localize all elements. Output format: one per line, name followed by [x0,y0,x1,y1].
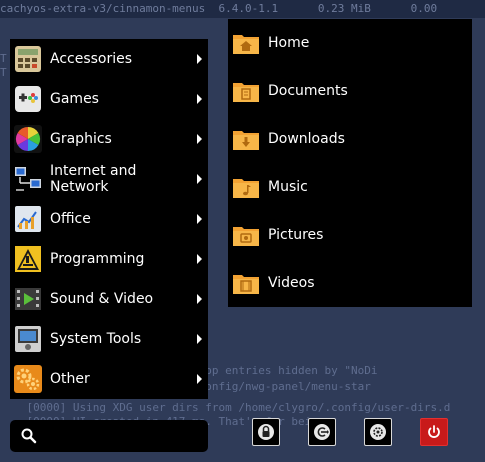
place-pictures[interactable]: Pictures [228,211,472,259]
chevron-right-icon [197,174,202,184]
place-label: Pictures [268,227,324,243]
documents-folder-icon [233,83,259,102]
gears-icon [14,365,42,393]
place-documents[interactable]: Documents [228,67,472,115]
category-office[interactable]: Office [10,199,208,239]
category-label: Graphics [50,131,112,147]
logout-button[interactable] [308,418,336,446]
chevron-right-icon [197,214,202,224]
system-tools-icon [14,325,42,353]
film-icon [14,285,42,313]
category-graphics[interactable]: Graphics [10,119,208,159]
place-label: Home [268,35,310,51]
category-accessories[interactable]: Accessories [10,39,208,79]
construction-icon [14,245,42,273]
search-box[interactable] [10,420,208,452]
category-label: Sound & Video [50,291,154,307]
category-label: Games [50,91,99,107]
search-icon [21,428,37,444]
chart-icon [14,205,42,233]
terminal-top-bar: cachyos-extra-v3/cinnamon-menus 6.4.0-1.… [0,0,485,18]
music-folder-icon [233,179,259,198]
category-label: Internet and Network [50,163,137,195]
category-label: System Tools [50,331,142,347]
chevron-right-icon [197,334,202,344]
terminal-line: [0000] Using XDG user dirs from /home/cl… [0,401,451,414]
place-label: Downloads [268,131,345,147]
home-folder-icon [233,35,259,54]
category-label: Other [50,371,90,387]
place-downloads[interactable]: Downloads [228,115,472,163]
chevron-right-icon [197,294,202,304]
category-programming[interactable]: Programming [10,239,208,279]
chevron-right-icon [197,254,202,264]
pictures-folder-icon [233,227,259,246]
network-icon [14,165,42,193]
lock-icon [258,424,274,440]
place-label: Music [268,179,308,195]
places-list: Home Documents Downloads Music Pictures … [228,19,472,307]
chevron-right-icon [197,54,202,64]
category-games[interactable]: Games [10,79,208,119]
search-input[interactable] [44,427,208,445]
downloads-folder-icon [233,131,259,150]
gamepad-icon [14,85,42,113]
terminal-line: cachyos-extra-v3/cinnamon-menus 6.4.0-1.… [0,2,438,15]
chevron-right-icon [197,374,202,384]
power-icon [428,425,440,438]
category-other[interactable]: Other [10,359,208,399]
chevron-right-icon [197,94,202,104]
category-system-tools[interactable]: System Tools [10,319,208,359]
color-wheel-icon [14,125,42,153]
place-music[interactable]: Music [228,163,472,211]
power-button[interactable] [420,418,448,446]
reboot-icon [370,424,386,440]
lock-button[interactable] [252,418,280,446]
logout-icon [314,424,330,440]
calculator-icon [14,45,42,73]
place-label: Videos [268,275,315,291]
category-label: Office [50,211,91,227]
videos-folder-icon [233,275,259,294]
category-sound-and-video[interactable]: Sound & Video [10,279,208,319]
category-label: Programming [50,251,145,267]
reboot-button[interactable] [364,418,392,446]
category-label: Accessories [50,51,133,67]
chevron-right-icon [197,134,202,144]
category-internet-and-network[interactable]: Internet and Network [10,159,208,199]
place-label: Documents [268,83,348,99]
category-list: Accessories Games Graphics Internet and … [10,39,208,399]
place-home[interactable]: Home [228,19,472,67]
place-videos[interactable]: Videos [228,259,472,307]
